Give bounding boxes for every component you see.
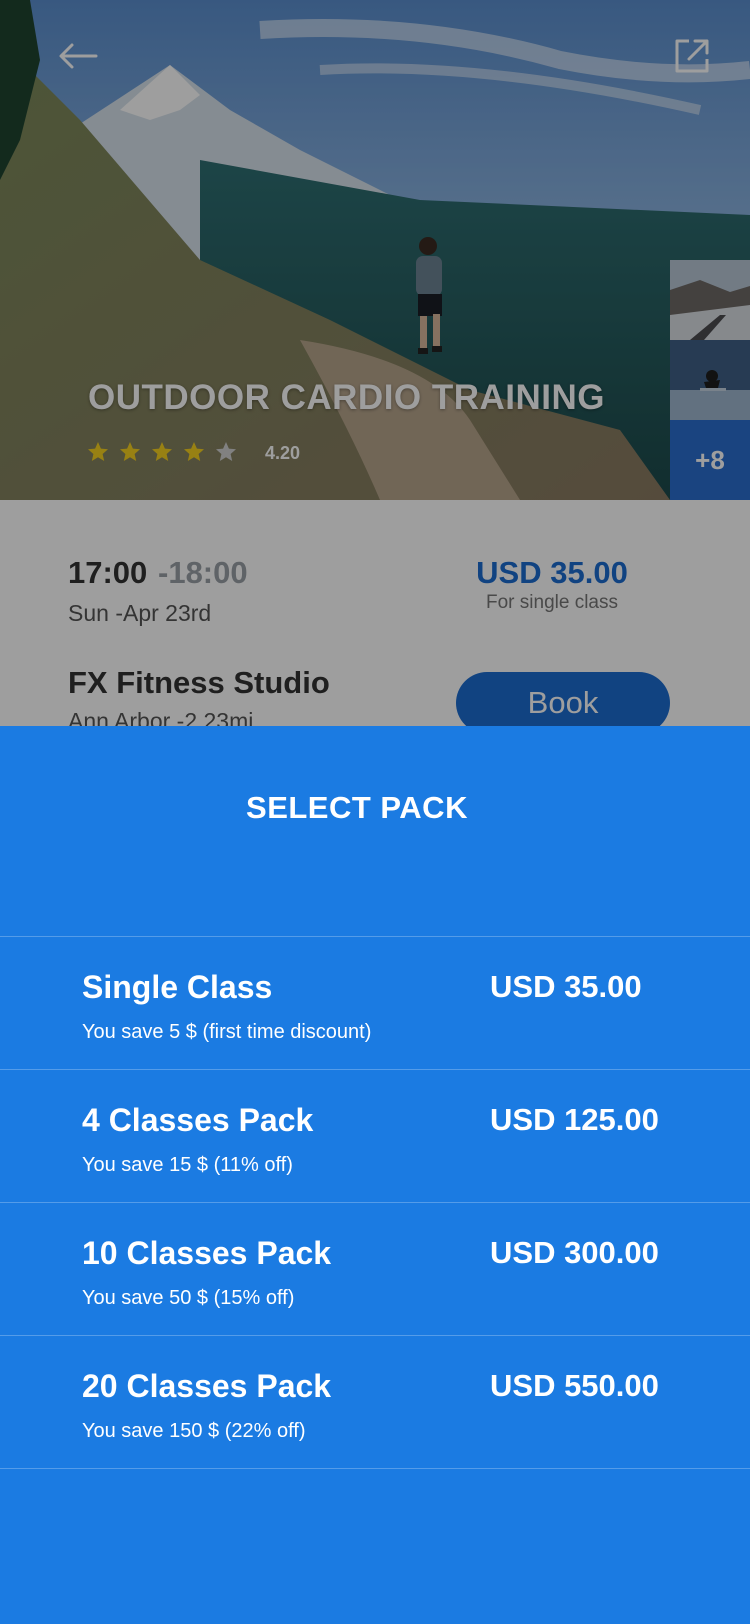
- pack-name: 4 Classes Pack: [82, 1102, 314, 1138]
- pack-savings: You save 15 $ (11% off): [82, 1154, 293, 1176]
- pack-option-single-class[interactable]: Single Class USD 35.00 You save 5 $ (fir…: [0, 937, 750, 1070]
- pack-savings: You save 5 $ (first time discount): [82, 1021, 372, 1043]
- pack-option-4-classes[interactable]: 4 Classes Pack USD 125.00 You save 15 $ …: [0, 1070, 750, 1203]
- pack-option-10-classes[interactable]: 10 Classes Pack USD 300.00 You save 50 $…: [0, 1203, 750, 1336]
- pack-savings: You save 150 $ (22% off): [82, 1420, 306, 1442]
- pack-list: Single Class USD 35.00 You save 5 $ (fir…: [0, 936, 750, 1469]
- pack-name: Single Class: [82, 969, 273, 1005]
- pack-price: USD 125.00: [490, 1102, 659, 1137]
- sheet-title: SELECT PACK: [246, 790, 468, 825]
- modal-backdrop[interactable]: [0, 0, 750, 726]
- pack-price: USD 300.00: [490, 1235, 659, 1270]
- pack-price: USD 550.00: [490, 1368, 659, 1403]
- select-pack-sheet: SELECT PACK Single Class USD 35.00 You s…: [0, 726, 750, 1624]
- pack-option-20-classes[interactable]: 20 Classes Pack USD 550.00 You save 150 …: [0, 1336, 750, 1469]
- pack-savings: You save 50 $ (15% off): [82, 1287, 295, 1309]
- pack-name: 10 Classes Pack: [82, 1235, 332, 1271]
- pack-name: 20 Classes Pack: [82, 1368, 332, 1404]
- pack-price: USD 35.00: [490, 969, 642, 1004]
